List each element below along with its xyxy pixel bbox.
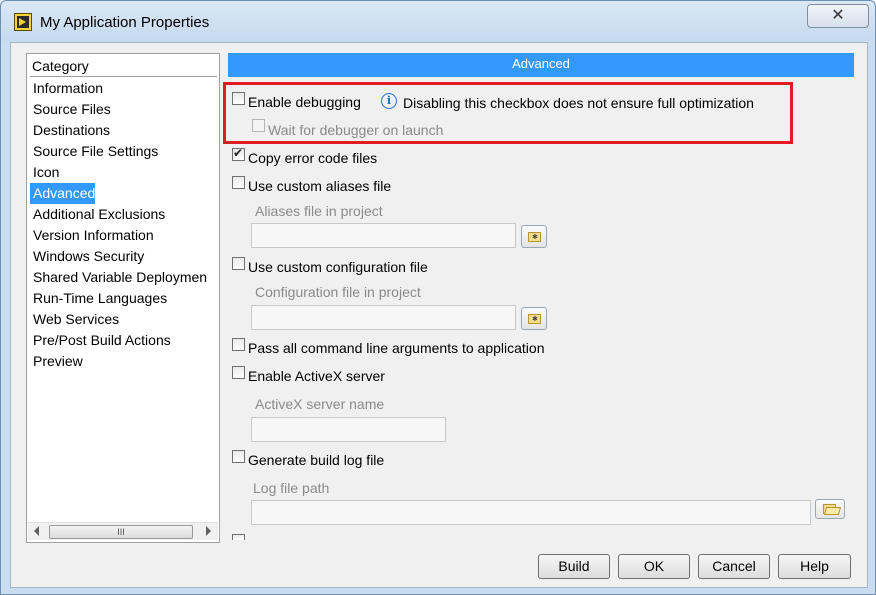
log-file-label: Log file path	[253, 480, 330, 496]
folder-open-icon	[823, 504, 836, 514]
aliases-browse-button[interactable]: ✱	[521, 225, 547, 248]
wait-for-debugger-checkbox[interactable]	[252, 119, 265, 132]
aliases-file-field[interactable]	[251, 223, 516, 248]
use-custom-aliases-checkbox[interactable]	[232, 176, 245, 189]
build-button[interactable]: Build	[538, 554, 610, 579]
config-file-field[interactable]	[251, 305, 516, 330]
window-title: My Application Properties	[40, 14, 210, 31]
use-custom-config-checkbox[interactable]	[232, 257, 245, 270]
category-header: Category	[32, 58, 89, 74]
scroll-thumb[interactable]: III	[49, 525, 193, 539]
category-item[interactable]: Web Services	[30, 309, 119, 330]
category-item[interactable]: Information	[30, 78, 103, 99]
category-item[interactable]: Windows Security	[30, 246, 144, 267]
category-horizontal-scrollbar[interactable]: III	[28, 522, 218, 540]
category-item[interactable]: Source Files	[30, 99, 111, 120]
copy-error-code-label: Copy error code files	[248, 150, 378, 166]
scroll-right-arrow-icon[interactable]	[206, 526, 211, 536]
log-file-field[interactable]	[251, 500, 811, 525]
help-button[interactable]: Help	[778, 554, 851, 579]
category-item[interactable]: Run-Time Languages	[30, 288, 167, 309]
enable-activex-label: Enable ActiveX server	[248, 368, 385, 384]
pass-all-args-label: Pass all command line arguments to appli…	[248, 340, 545, 356]
info-message: Disabling this checkbox does not ensure …	[403, 95, 754, 111]
info-icon: i	[381, 93, 397, 109]
copy-error-code-checkbox[interactable]	[232, 146, 245, 161]
wait-for-debugger-label: Wait for debugger on launch	[268, 122, 444, 138]
use-custom-config-label: Use custom configuration file	[248, 259, 428, 275]
generate-build-log-checkbox[interactable]	[232, 450, 245, 463]
category-item[interactable]: Shared Variable Deploymen	[30, 267, 207, 288]
enable-debugging-checkbox[interactable]	[232, 92, 245, 105]
partially-hidden-checkbox[interactable]	[232, 534, 245, 540]
activex-name-field[interactable]	[251, 417, 446, 442]
app-icon	[14, 13, 32, 31]
category-item[interactable]: Version Information	[30, 225, 154, 246]
category-panel: Category Information Source Files Destinat…	[26, 53, 220, 543]
section-header: Advanced	[228, 53, 854, 77]
activex-name-label: ActiveX server name	[255, 396, 385, 412]
close-button[interactable]: ✕	[807, 4, 869, 28]
config-file-label: Configuration file in project	[255, 284, 421, 300]
use-custom-aliases-label: Use custom aliases file	[248, 178, 392, 194]
category-item[interactable]: Source File Settings	[30, 141, 158, 162]
ok-button[interactable]: OK	[618, 554, 690, 579]
enable-activex-checkbox[interactable]	[232, 366, 245, 379]
category-list: Information Source Files Destinations Sourc…	[30, 78, 219, 518]
aliases-file-label: Aliases file in project	[255, 203, 383, 219]
properties-window: My Application Properties ✕ Category Inf…	[0, 0, 876, 595]
log-file-browse-button[interactable]	[815, 499, 845, 519]
category-item[interactable]: Advanced	[30, 183, 96, 204]
category-item[interactable]: Destinations	[30, 120, 110, 141]
generate-build-log-label: Generate build log file	[248, 452, 385, 468]
dialog-client-area: Category Information Source Files Destinat…	[10, 42, 868, 588]
project-browse-icon: ✱	[528, 314, 541, 324]
enable-debugging-label: Enable debugging	[248, 94, 361, 110]
scroll-left-arrow-icon[interactable]	[34, 526, 39, 536]
category-item[interactable]: Preview	[30, 351, 83, 372]
title-bar[interactable]: My Application Properties ✕	[1, 1, 875, 41]
pass-all-args-checkbox[interactable]	[232, 338, 245, 351]
project-browse-icon: ✱	[528, 232, 541, 242]
category-item[interactable]: Pre/Post Build Actions	[30, 330, 171, 351]
category-header-divider	[30, 76, 217, 77]
cancel-button[interactable]: Cancel	[698, 554, 770, 579]
config-browse-button[interactable]: ✱	[521, 307, 547, 330]
category-item[interactable]: Additional Exclusions	[30, 204, 165, 225]
category-item[interactable]: Icon	[30, 162, 59, 183]
